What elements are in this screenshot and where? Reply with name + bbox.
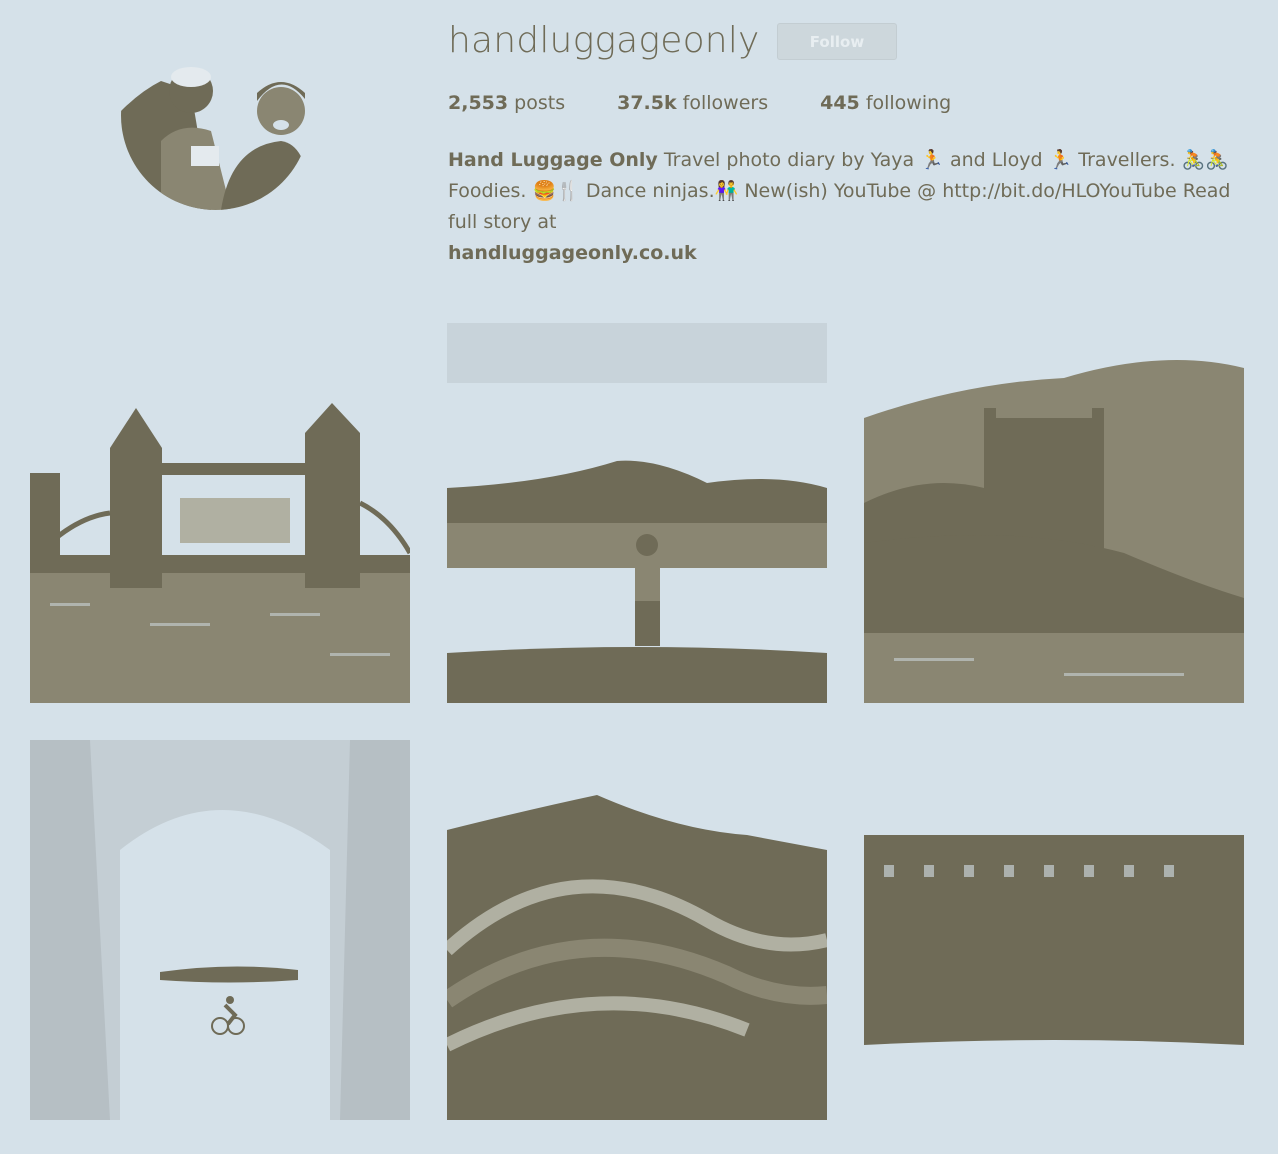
- castle-lake-image: [864, 323, 1244, 703]
- bio-text-1: Travel photo diary by Yaya: [663, 149, 915, 171]
- profile-stats: 2,553 posts 37.5k followers 445 followin…: [448, 92, 1003, 114]
- followers-stat[interactable]: 37.5k followers: [617, 92, 768, 114]
- dancers-emoji: 👫: [714, 180, 739, 202]
- tower-bridge-image: [30, 323, 410, 703]
- post-tile[interactable]: [864, 740, 1244, 1120]
- houses-waterfront-image: [864, 740, 1244, 1120]
- profile-website-link[interactable]: handluggageonly.co.uk: [448, 238, 1238, 269]
- bio-text-4: Foodies.: [448, 180, 527, 202]
- ice-cave-cyclist-image: [30, 740, 410, 1120]
- following-label: following: [865, 92, 952, 114]
- posts-label: posts: [514, 92, 566, 114]
- following-stat[interactable]: 445 following: [820, 92, 951, 114]
- lake-mountain-image: [447, 323, 827, 703]
- profile-username: handluggageonly: [448, 20, 760, 61]
- cyclist-emoji: 🚴🚴: [1181, 149, 1229, 171]
- post-tile[interactable]: [30, 323, 410, 703]
- post-tile[interactable]: [447, 323, 827, 703]
- follow-button[interactable]: Follow: [777, 23, 897, 60]
- followers-count: 37.5k: [617, 92, 677, 114]
- profile-bio: Hand Luggage Only Travel photo diary by …: [448, 145, 1238, 269]
- bio-text-2: and Lloyd: [949, 149, 1043, 171]
- post-tile[interactable]: [864, 323, 1244, 703]
- food-emoji: 🍔🍴: [532, 180, 580, 202]
- rainbow-mountain-image: [447, 740, 827, 1120]
- bio-text-3: Travellers.: [1078, 149, 1176, 171]
- profile-avatar[interactable]: [121, 21, 310, 210]
- posts-count: 2,553: [448, 92, 509, 114]
- bio-name: Hand Luggage Only: [448, 149, 658, 171]
- runner-emoji: 🏃: [1048, 149, 1073, 171]
- bio-text-5: Dance ninjas.: [585, 180, 715, 202]
- posts-stat: 2,553 posts: [448, 92, 565, 114]
- following-count: 445: [820, 92, 860, 114]
- post-tile[interactable]: [30, 740, 410, 1120]
- post-tile[interactable]: [447, 740, 827, 1120]
- avatar-image: [121, 21, 310, 210]
- runner-emoji: 🏃: [920, 149, 944, 171]
- followers-label: followers: [682, 92, 769, 114]
